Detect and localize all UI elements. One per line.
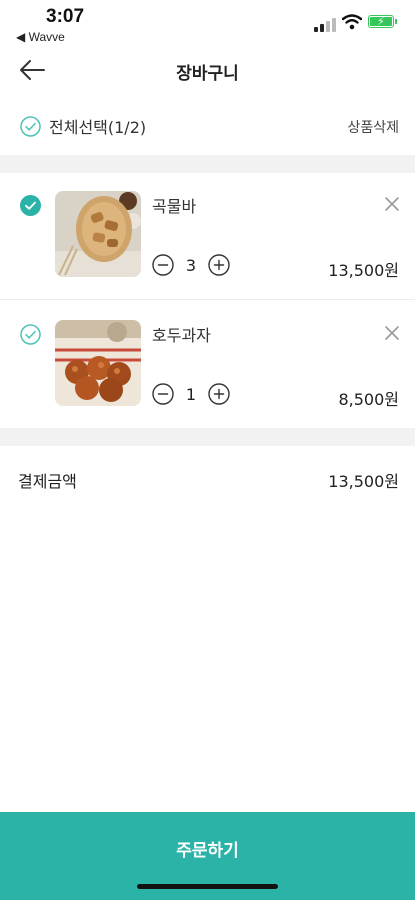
page-title: 장바구니	[176, 64, 239, 84]
quantity-stepper: 1	[152, 383, 230, 405]
delete-selected-button[interactable]: 상품삭제	[347, 117, 399, 137]
battery-charging-icon: ⚡	[368, 15, 397, 28]
item-checkbox[interactable]	[20, 195, 41, 220]
back-to-app-link[interactable]: ◀ Wavve	[16, 30, 65, 44]
quantity-stepper: 3	[152, 254, 230, 276]
quantity-value: 3	[185, 255, 197, 275]
order-button-label: 주문하기	[176, 841, 239, 861]
select-all-label: 전체선택(1/2)	[49, 118, 147, 137]
close-icon[interactable]	[384, 196, 400, 212]
check-circle-filled-icon	[20, 195, 41, 216]
minus-circle-icon[interactable]	[152, 383, 174, 405]
check-circle-outline-icon	[20, 115, 41, 137]
item-name: 호두과자	[152, 326, 211, 345]
status-time: 3:07	[46, 6, 85, 27]
select-all-checkbox[interactable]: 전체선택(1/2)	[20, 114, 146, 138]
quantity-value: 1	[185, 384, 197, 404]
cellular-signal-icon	[314, 16, 336, 32]
section-divider	[0, 155, 415, 173]
item-checkbox[interactable]	[20, 324, 41, 349]
product-image-grain-bar	[55, 191, 141, 277]
close-icon[interactable]	[384, 325, 400, 341]
home-indicator	[137, 884, 278, 889]
check-circle-outline-icon	[20, 324, 41, 345]
product-image-walnut-cake	[55, 320, 141, 406]
total-value: 13,500원	[328, 472, 399, 491]
item-name: 곡물바	[152, 197, 197, 216]
total-label: 결제금액	[18, 472, 77, 491]
item-price: 13,500원	[328, 261, 399, 280]
plus-circle-icon[interactable]	[208, 383, 230, 405]
section-divider	[0, 428, 415, 446]
item-divider	[0, 299, 415, 300]
wifi-icon	[342, 14, 362, 30]
minus-circle-icon[interactable]	[152, 254, 174, 276]
plus-circle-icon[interactable]	[208, 254, 230, 276]
item-price: 8,500원	[338, 390, 399, 409]
